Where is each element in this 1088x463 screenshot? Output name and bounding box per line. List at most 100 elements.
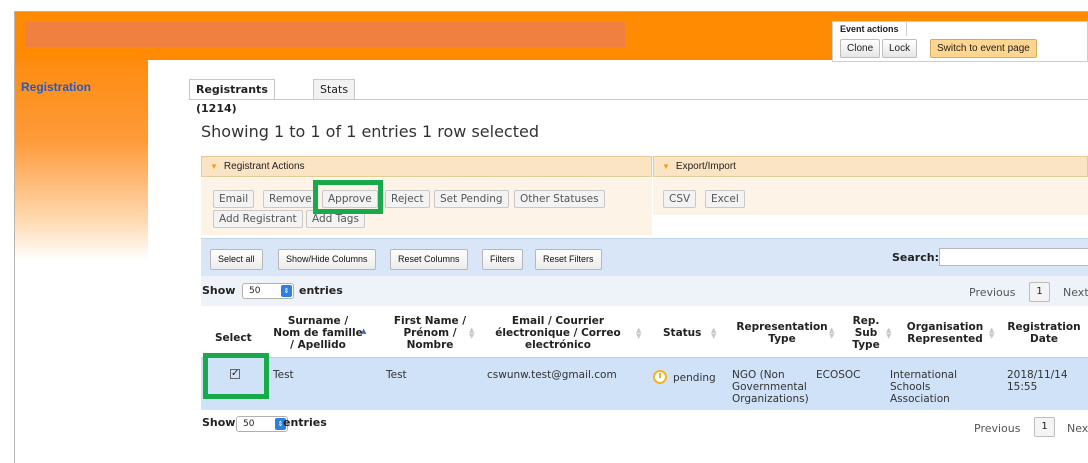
checkbox-highlight-box	[203, 353, 269, 399]
search-input[interactable]	[939, 248, 1088, 266]
next-page-link[interactable]: Next	[1063, 286, 1088, 299]
rep-type-line3: Organizations)	[732, 393, 809, 405]
org-line2: Schools	[890, 381, 931, 393]
sort-ascending-icon[interactable]: ▲	[361, 328, 366, 335]
column-header-status[interactable]: Status	[663, 327, 701, 339]
org-header-line2: Represented	[907, 333, 983, 345]
previous-page-link[interactable]: Previous	[974, 422, 1021, 435]
excel-button[interactable]: Excel	[705, 190, 745, 208]
rep-type-header-line2: Type	[768, 333, 796, 345]
show-hide-columns-button[interactable]: Show/Hide Columns	[278, 249, 376, 270]
sort-icon[interactable]: ▲ ▼	[989, 327, 994, 340]
sort-icon[interactable]: ▲ ▼	[886, 327, 891, 340]
event-actions-panel: Event actions Clone Lock Switch to event…	[832, 21, 1088, 62]
table-header: Select Surname / Nom de famille / Apelli…	[201, 306, 1088, 358]
rep-sub-header-line3: Type	[852, 339, 880, 351]
export-panel-footer	[653, 215, 1088, 236]
page-1-button[interactable]: 1	[1029, 282, 1050, 302]
rep-sub-header-line1: Rep.	[852, 315, 880, 327]
show-label: Show	[202, 284, 236, 297]
add-registrant-button[interactable]: Add Registrant	[213, 210, 303, 228]
entries-per-page-value: 50	[249, 286, 261, 296]
table-length-bar-bottom: Show 50 ⇕ entries Previous 1 Nex	[201, 410, 1088, 442]
reg-date-header-line1: Registration	[1007, 321, 1081, 333]
surname-header-line2: Nom de famille	[273, 327, 363, 339]
event-actions-title: Event actions	[840, 24, 899, 34]
reset-filters-button[interactable]: Reset Filters	[535, 249, 602, 270]
tab-stats[interactable]: Stats	[313, 79, 356, 99]
reg-date-header-line2: Date	[1030, 333, 1058, 345]
sort-icon[interactable]: ▲ ▼	[829, 327, 834, 340]
column-header-representation-type[interactable]: Representation Type	[734, 321, 830, 345]
sort-icon[interactable]: ▲ ▼	[636, 327, 641, 340]
reject-button[interactable]: Reject	[385, 190, 430, 208]
other-statuses-button[interactable]: Other Statuses	[514, 190, 605, 208]
select-all-button[interactable]: Select all	[210, 249, 263, 270]
tab-registrants[interactable]: Registrants (1214)	[189, 79, 275, 115]
page-1-button[interactable]: 1	[1034, 417, 1055, 437]
column-header-surname[interactable]: Surname / Nom de famille / Apellido	[273, 315, 363, 351]
first-name-header-line2: Prénom /	[403, 327, 457, 339]
column-header-organisation[interactable]: Organisation Represented	[903, 321, 987, 345]
csv-button[interactable]: CSV	[663, 190, 697, 208]
registrant-actions-panel: Email Remove Approve Reject Set Pending …	[201, 178, 652, 235]
table-row[interactable]: ✓ Test Test cswunw.test@gmail.com pendin…	[201, 358, 1088, 410]
tab-divider	[189, 99, 1088, 100]
org-line3: Association	[890, 393, 950, 405]
cell-registration-date: 2018/11/14 15:55	[1007, 369, 1068, 393]
entries-per-page-select[interactable]: 50 ⇕	[242, 283, 294, 299]
collapse-triangle-icon: ▼	[210, 162, 218, 171]
email-header-line3: electrónico	[525, 339, 591, 351]
sort-icon[interactable]: ▲ ▼	[469, 327, 474, 340]
email-button[interactable]: Email	[213, 190, 255, 208]
set-pending-button[interactable]: Set Pending	[434, 190, 509, 208]
cell-organisation: International Schools Association	[890, 369, 957, 405]
sidebar-item-registration[interactable]: Registration	[21, 80, 91, 94]
previous-page-link[interactable]: Previous	[969, 286, 1016, 299]
export-import-header[interactable]: ▼ Export/Import	[653, 156, 1088, 177]
entries-per-page-select[interactable]: 50 ⇕	[236, 416, 288, 432]
first-name-header-line3: Nombre	[406, 339, 454, 351]
cell-surname: Test	[273, 369, 294, 381]
cell-status: pending	[673, 372, 716, 384]
cell-first-name: Test	[386, 369, 407, 381]
column-header-first-name[interactable]: First Name / Prénom / Nombre	[390, 315, 470, 351]
table-length-bar-top: Show 50 ⇕ entries Previous 1 Next	[201, 276, 1088, 306]
registrant-actions-header[interactable]: ▼ Registrant Actions	[201, 156, 652, 177]
filters-button[interactable]: Filters	[482, 249, 523, 270]
search-label: Search:	[892, 251, 939, 264]
rep-sub-header-line2: Sub	[854, 327, 878, 339]
entries-per-page-value: 50	[243, 419, 255, 429]
column-header-select[interactable]: Select	[215, 332, 252, 344]
rep-type-line1: NGO (Non	[732, 369, 785, 381]
pending-clock-icon	[653, 370, 667, 384]
column-header-registration-date[interactable]: Registration Date	[1005, 321, 1083, 345]
org-header-line1: Organisation	[906, 321, 984, 333]
showing-entries-summary: Showing 1 to 1 of 1 entries 1 row select…	[201, 122, 539, 141]
cell-email: cswunw.test@gmail.com	[487, 369, 617, 381]
clone-button[interactable]: Clone	[840, 39, 881, 58]
remove-button[interactable]: Remove	[263, 190, 318, 208]
registrant-actions-label: Registrant Actions	[223, 161, 305, 172]
switch-to-event-page-button[interactable]: Switch to event page	[930, 39, 1037, 58]
collapse-triangle-icon: ▼	[662, 162, 670, 171]
sort-icon[interactable]: ▲ ▼	[711, 327, 716, 340]
column-header-rep-sub-type[interactable]: Rep. Sub Type	[848, 315, 884, 351]
sidebar: Registration	[15, 60, 148, 260]
column-header-email[interactable]: Email / Courrier électronique / Correo e…	[488, 315, 628, 351]
email-header-line2: électronique / Correo	[495, 327, 621, 339]
first-name-header-line1: First Name /	[393, 315, 467, 327]
cell-rep-sub-type: ECOSOC	[816, 369, 861, 381]
next-page-link[interactable]: Nex	[1067, 422, 1088, 435]
reg-date-line1: 2018/11/14	[1007, 369, 1068, 381]
reset-columns-button[interactable]: Reset Columns	[390, 249, 468, 270]
show-label: Show	[202, 416, 236, 429]
rep-type-header-line1: Representation	[736, 321, 828, 333]
select-spinner-icon: ⇕	[281, 285, 292, 297]
surname-header-line3: / Apellido	[290, 339, 346, 351]
email-header-line1: Email / Courrier	[511, 315, 605, 327]
event-actions-tab[interactable]: Event actions	[837, 22, 907, 36]
cell-representation-type: NGO (Non Governmental Organizations)	[732, 369, 809, 405]
lock-button[interactable]: Lock	[882, 39, 918, 58]
surname-header-line1: Surname /	[287, 315, 349, 327]
